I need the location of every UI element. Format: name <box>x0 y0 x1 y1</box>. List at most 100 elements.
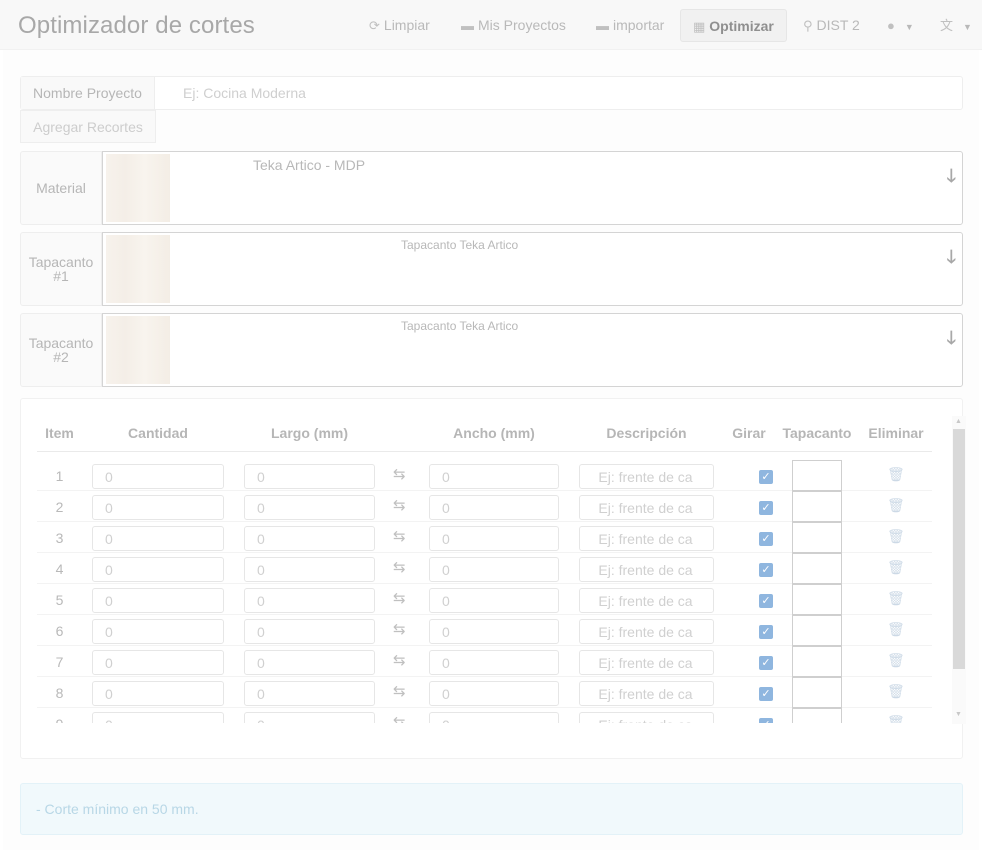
girar-checkbox[interactable]: ✓ <box>759 594 773 608</box>
ancho-input[interactable] <box>429 526 559 551</box>
th-descripcion: Descripción <box>606 425 687 441</box>
trash-icon[interactable]: 🗑 <box>887 621 905 638</box>
language-menu[interactable]: 文 ▼ <box>940 9 972 42</box>
swap-icon[interactable]: ⇆ <box>393 496 406 514</box>
tapacanto-cell[interactable] <box>792 646 842 677</box>
table-scrollbar-thumb[interactable] <box>953 429 965 669</box>
tapacanto-cell[interactable] <box>792 491 842 522</box>
trash-icon[interactable]: 🗑 <box>887 528 905 545</box>
largo-input[interactable] <box>244 588 375 613</box>
girar-checkbox[interactable]: ✓ <box>759 656 773 670</box>
material-select[interactable]: Teka Artico - MDP 🡓 <box>102 151 963 225</box>
th-tapacanto: Tapacanto <box>782 425 852 441</box>
tapacanto-cell[interactable] <box>792 708 842 723</box>
swap-icon[interactable]: ⇆ <box>393 682 406 700</box>
largo-input[interactable] <box>244 526 375 551</box>
girar-checkbox[interactable]: ✓ <box>759 532 773 546</box>
girar-checkbox[interactable]: ✓ <box>759 470 773 484</box>
scroll-down-icon[interactable]: ▼ <box>955 711 962 718</box>
girar-checkbox[interactable]: ✓ <box>759 501 773 515</box>
nav-limpiar[interactable]: ⟳ Limpiar <box>369 9 430 42</box>
row-item-number: 8 <box>55 685 64 701</box>
descripcion-input[interactable] <box>579 588 714 613</box>
cantidad-input[interactable] <box>92 526 224 551</box>
swap-icon[interactable]: ⇆ <box>393 527 406 545</box>
ancho-input[interactable] <box>429 588 559 613</box>
descripcion-input[interactable] <box>579 619 714 644</box>
descripcion-input[interactable] <box>579 712 714 723</box>
ancho-input[interactable] <box>429 650 559 675</box>
tapacanto-cell[interactable] <box>792 460 842 491</box>
nav-mis-proyectos[interactable]: ▬ Mis Proyectos <box>461 9 566 42</box>
cantidad-input[interactable] <box>92 495 224 520</box>
swap-icon[interactable]: ⇆ <box>393 713 406 723</box>
nav-optimizar[interactable]: ▦ Optimizar <box>680 9 787 42</box>
app-brand[interactable]: Optimizador de cortes <box>18 12 255 40</box>
table-row: 7 ⇆ ✓ 🗑 <box>37 646 932 677</box>
cantidad-input[interactable] <box>92 588 224 613</box>
descripcion-input[interactable] <box>579 650 714 675</box>
cantidad-input[interactable] <box>92 650 224 675</box>
ancho-input[interactable] <box>429 712 559 723</box>
tapacanto-1-swatch <box>106 235 170 303</box>
largo-input[interactable] <box>244 712 375 723</box>
nav-mis-proyectos-label: Mis Proyectos <box>478 17 566 33</box>
trash-icon[interactable]: 🗑 <box>887 683 905 700</box>
ancho-input[interactable] <box>429 557 559 582</box>
add-recortes-button[interactable]: Agregar Recortes <box>20 110 156 143</box>
cantidad-input[interactable] <box>92 712 224 723</box>
nav-importar[interactable]: ▬ importar <box>596 9 664 42</box>
trash-icon[interactable]: 🗑 <box>887 497 905 514</box>
trash-icon[interactable]: 🗑 <box>887 652 905 669</box>
swap-icon[interactable]: ⇆ <box>393 620 406 638</box>
user-menu[interactable]: ● ▼ <box>887 9 914 42</box>
ancho-input[interactable] <box>429 681 559 706</box>
tapacanto-cell[interactable] <box>792 584 842 615</box>
largo-input[interactable] <box>244 681 375 706</box>
ancho-input[interactable] <box>429 495 559 520</box>
ancho-input[interactable] <box>429 464 559 489</box>
largo-input[interactable] <box>244 557 375 582</box>
trash-icon[interactable]: 🗑 <box>887 714 905 723</box>
cantidad-input[interactable] <box>92 464 224 489</box>
project-name-input[interactable] <box>156 77 962 109</box>
cantidad-input[interactable] <box>92 681 224 706</box>
swap-icon[interactable]: ⇆ <box>393 465 406 483</box>
ancho-input[interactable] <box>429 619 559 644</box>
language-icon: 文 <box>940 18 954 33</box>
navbar: Optimizador de cortes ⟳ Limpiar ▬ Mis Proy… <box>0 0 982 50</box>
th-item: Item <box>45 425 74 441</box>
trash-icon[interactable]: 🗑 <box>887 590 905 607</box>
largo-input[interactable] <box>244 464 375 489</box>
swap-icon[interactable]: ⇆ <box>393 589 406 607</box>
tapacanto-1-select[interactable]: Tapacanto Teka Artico 🡓 <box>102 232 963 306</box>
descripcion-input[interactable] <box>579 464 714 489</box>
largo-input[interactable] <box>244 650 375 675</box>
tapacanto-cell[interactable] <box>792 677 842 708</box>
scroll-up-icon[interactable]: ▲ <box>955 418 962 425</box>
swap-icon[interactable]: ⇆ <box>393 558 406 576</box>
tapacanto-cell[interactable] <box>792 522 842 553</box>
girar-checkbox[interactable]: ✓ <box>759 687 773 701</box>
largo-input[interactable] <box>244 495 375 520</box>
chevron-down-icon: ▼ <box>904 22 914 32</box>
tapacanto-cell[interactable] <box>792 553 842 584</box>
trash-icon[interactable]: 🗑 <box>887 466 905 483</box>
tapacanto-2-label: Tapacanto #2 <box>20 313 102 387</box>
descripcion-input[interactable] <box>579 526 714 551</box>
cantidad-input[interactable] <box>92 619 224 644</box>
trash-icon[interactable]: 🗑 <box>887 559 905 576</box>
girar-checkbox[interactable]: ✓ <box>759 625 773 639</box>
largo-input[interactable] <box>244 619 375 644</box>
descripcion-input[interactable] <box>579 495 714 520</box>
arrow-down-icon: 🡓 <box>946 328 956 348</box>
tapacanto-cell[interactable] <box>792 615 842 646</box>
girar-checkbox[interactable]: ✓ <box>759 563 773 577</box>
nav-dist[interactable]: ⚲ DIST 2 <box>803 9 860 42</box>
descripcion-input[interactable] <box>579 557 714 582</box>
tapacanto-2-select[interactable]: Tapacanto Teka Artico 🡓 <box>102 313 963 387</box>
descripcion-input[interactable] <box>579 681 714 706</box>
cantidad-input[interactable] <box>92 557 224 582</box>
swap-icon[interactable]: ⇆ <box>393 651 406 669</box>
girar-checkbox[interactable]: ✓ <box>759 718 773 723</box>
